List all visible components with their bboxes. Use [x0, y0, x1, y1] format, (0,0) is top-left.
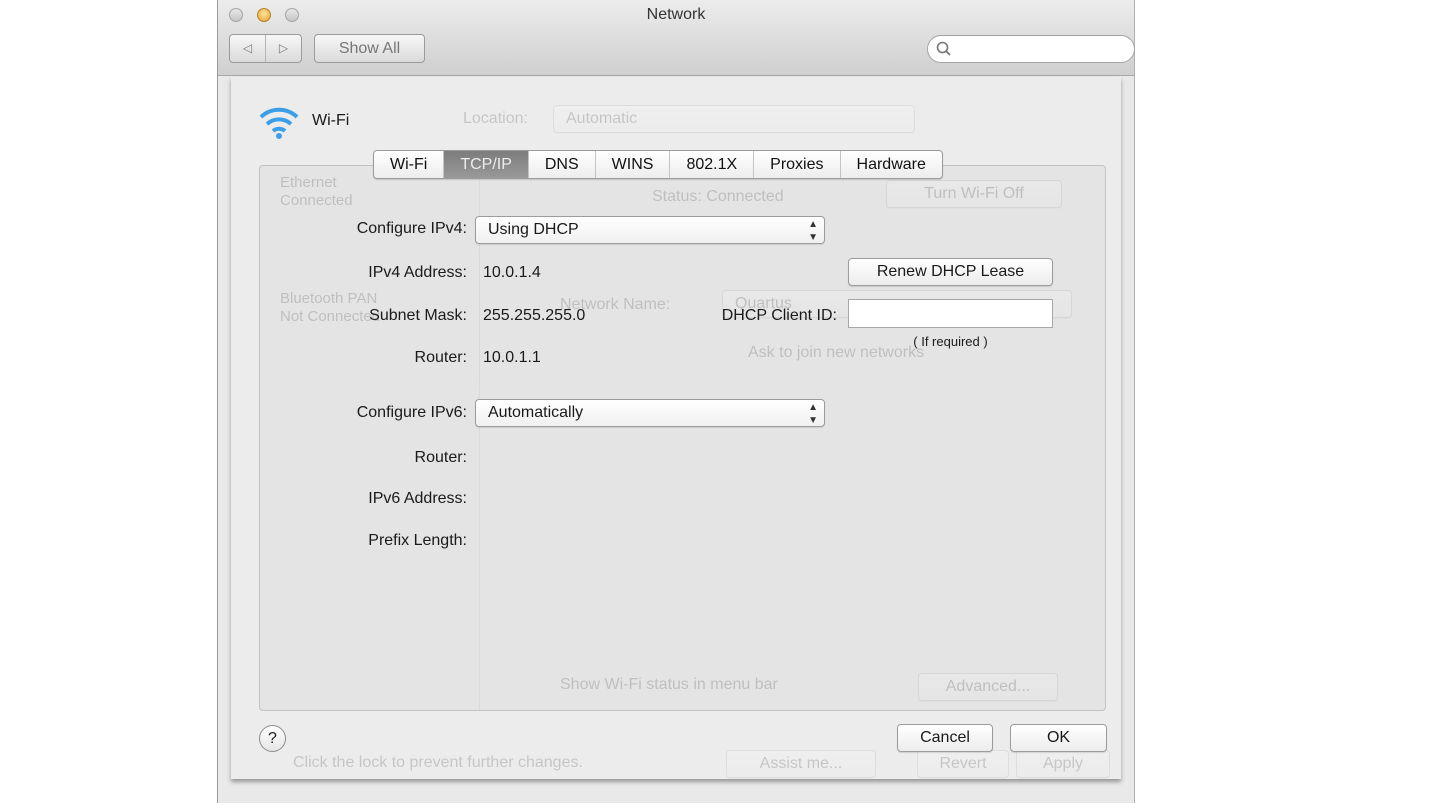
forward-button[interactable]: ▷: [266, 35, 301, 62]
configure-ipv6-popup[interactable]: Automatically ▲ ▼: [475, 399, 825, 427]
show-all-button[interactable]: Show All: [314, 34, 425, 63]
help-button[interactable]: ?: [259, 725, 286, 752]
search-icon: [936, 41, 951, 56]
status-text: Status: Connected: [652, 188, 784, 206]
tcpip-sheet: Wi-Fi Location: Automatic Ethernet Connec…: [231, 77, 1121, 779]
ipv4-address-value: 10.0.1.4: [483, 264, 541, 281]
prefix-length-label: Prefix Length:: [368, 532, 467, 549]
tab-tcpip[interactable]: TCP/IP: [444, 151, 529, 178]
status-label: Status:: [652, 188, 702, 205]
ok-button[interactable]: OK: [1010, 724, 1107, 752]
tab-panel: Ethernet Connected Bluetooth PAN Not Conne…: [259, 165, 1106, 711]
back-button[interactable]: ◁: [230, 35, 266, 62]
router-label: Router:: [414, 349, 467, 366]
service-list: Ethernet Connected Bluetooth PAN Not Conne…: [260, 166, 480, 711]
subnet-mask-value: 255.255.255.0: [483, 307, 586, 324]
ipv4-address-label: IPv4 Address:: [368, 264, 467, 281]
revert-button: Revert: [917, 750, 1009, 778]
location-popup: Automatic: [553, 105, 915, 133]
configure-ipv4-value: Using DHCP: [488, 221, 579, 238]
back-forward-control: ◁ ▷: [229, 34, 302, 63]
lock-text: Click the lock to prevent further change…: [293, 754, 583, 771]
configure-ipv6-value: Automatically: [488, 404, 584, 421]
wifi-icon: [259, 107, 299, 139]
assist-me-button: Assist me...: [726, 750, 876, 778]
client-id-hint: ( If required ): [913, 334, 988, 349]
turn-wifi-off-button: Turn Wi-Fi Off: [886, 180, 1062, 208]
show-status-checkbox: Show Wi-Fi status in menu bar: [560, 676, 778, 693]
ipv6-address-label: IPv6 Address:: [368, 490, 467, 507]
tab-hardware[interactable]: Hardware: [841, 151, 942, 178]
renew-dhcp-lease-button[interactable]: Renew DHCP Lease: [848, 258, 1053, 286]
service-label: Bluetooth PAN: [280, 290, 378, 307]
dhcp-client-id-input[interactable]: [848, 299, 1053, 328]
titlebar: Network ◁ ▷ Show All: [218, 0, 1135, 76]
updown-arrows-icon: ▲ ▼: [808, 402, 818, 426]
service-item: Ethernet Connected: [280, 174, 353, 210]
service-label: Ethernet: [280, 174, 337, 191]
tab-proxies[interactable]: Proxies: [754, 151, 841, 178]
search-input[interactable]: [927, 35, 1135, 63]
location-label: Location:: [463, 110, 528, 127]
tab-dns[interactable]: DNS: [529, 151, 596, 178]
tab-8021x[interactable]: 802.1X: [670, 151, 755, 178]
configure-ipv6-label: Configure IPv6:: [356, 404, 467, 421]
tab-wifi[interactable]: Wi-Fi: [374, 151, 445, 178]
service-name: Wi-Fi: [312, 112, 350, 129]
configure-ipv4-popup[interactable]: Using DHCP ▲ ▼: [475, 216, 825, 244]
cancel-button[interactable]: Cancel: [897, 724, 993, 752]
router-value: 10.0.1.1: [483, 349, 541, 366]
network-window: Network ◁ ▷ Show All Wi-Fi Location: Aut…: [217, 0, 1135, 803]
status-value: Connected: [706, 188, 784, 205]
updown-arrows-icon: ▲ ▼: [808, 219, 818, 243]
service-status: Connected: [280, 192, 353, 209]
tab-wins[interactable]: WINS: [596, 151, 671, 178]
subnet-mask-label: Subnet Mask:: [369, 307, 467, 324]
apply-button: Apply: [1016, 750, 1110, 778]
window-title: Network: [646, 6, 706, 23]
ipv6-router-label: Router:: [414, 449, 467, 466]
advanced-button: Advanced...: [918, 673, 1058, 701]
dhcp-client-id-label: DHCP Client ID:: [721, 307, 837, 324]
tab-bar: Wi-Fi TCP/IP DNS WINS 802.1X Proxies Har…: [373, 150, 943, 179]
configure-ipv4-label: Configure IPv4:: [356, 220, 467, 237]
